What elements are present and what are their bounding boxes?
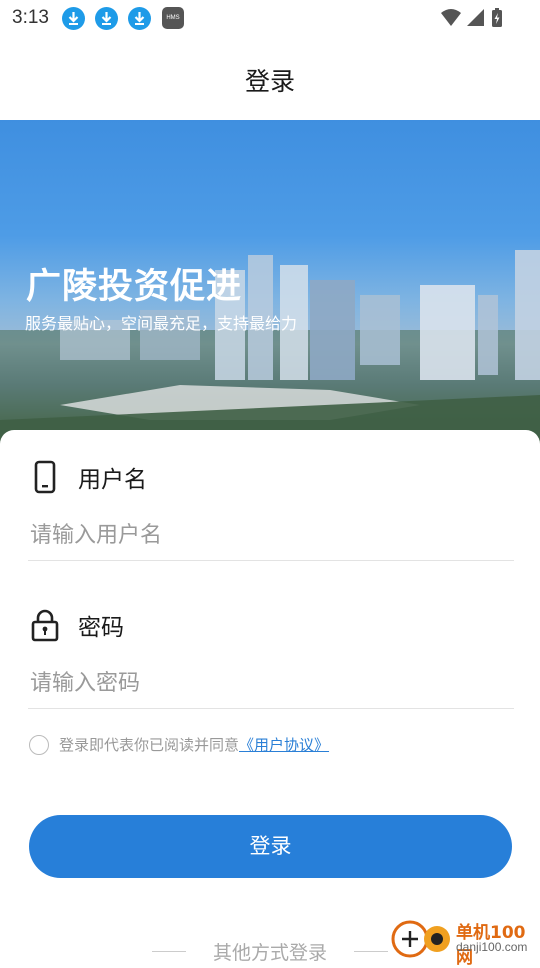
agreement-row: 登录即代表你已阅读并同意 《用户协议》 <box>29 734 329 755</box>
banner-subtitle: 服务最贴心，空间最充足，支持最给力 <box>25 314 298 333</box>
other-login-label[interactable]: 其他方式登录 <box>213 942 327 964</box>
password-label-row: 密码 <box>30 608 124 642</box>
login-button[interactable]: 登录 <box>29 815 512 878</box>
status-time: 3:13 <box>12 7 49 28</box>
agreement-checkbox[interactable] <box>29 734 49 755</box>
status-bar: 3:13 HMS <box>0 0 540 36</box>
password-input[interactable] <box>28 658 514 709</box>
divider-line <box>354 951 389 952</box>
signal-icon <box>467 9 484 26</box>
download-icon <box>128 7 151 30</box>
download-icon <box>95 7 118 30</box>
download-icon <box>62 7 85 30</box>
title-bar: 登录 <box>0 36 540 120</box>
username-label: 用户名 <box>78 467 147 493</box>
battery-charging-icon <box>492 8 502 27</box>
watermark-logo-icon <box>391 920 450 958</box>
phone-icon <box>34 460 56 494</box>
wifi-icon <box>441 9 461 26</box>
hms-icon: HMS <box>162 7 184 29</box>
username-input[interactable] <box>28 510 514 561</box>
banner-title: 广陵投资促进 <box>26 267 243 307</box>
username-label-row: 用户名 <box>30 460 147 494</box>
login-form-card: 用户名 密码 登录即代表你已阅读并同意 《用户协议》 登录 其他方式登录 <box>0 430 540 964</box>
watermark-url: danji100.com <box>456 940 528 954</box>
divider-line <box>151 951 186 952</box>
password-label: 密码 <box>78 615 124 641</box>
hero-banner: 广陵投资促进 服务最贴心，空间最充足，支持最给力 <box>0 120 540 450</box>
lock-icon <box>31 609 59 642</box>
site-watermark: 单机100网 danji100.com <box>390 915 540 968</box>
user-agreement-link[interactable]: 《用户协议》 <box>239 734 329 755</box>
system-status-icons <box>441 8 502 27</box>
agreement-text: 登录即代表你已阅读并同意 <box>59 736 240 754</box>
page-title: 登录 <box>244 67 295 96</box>
